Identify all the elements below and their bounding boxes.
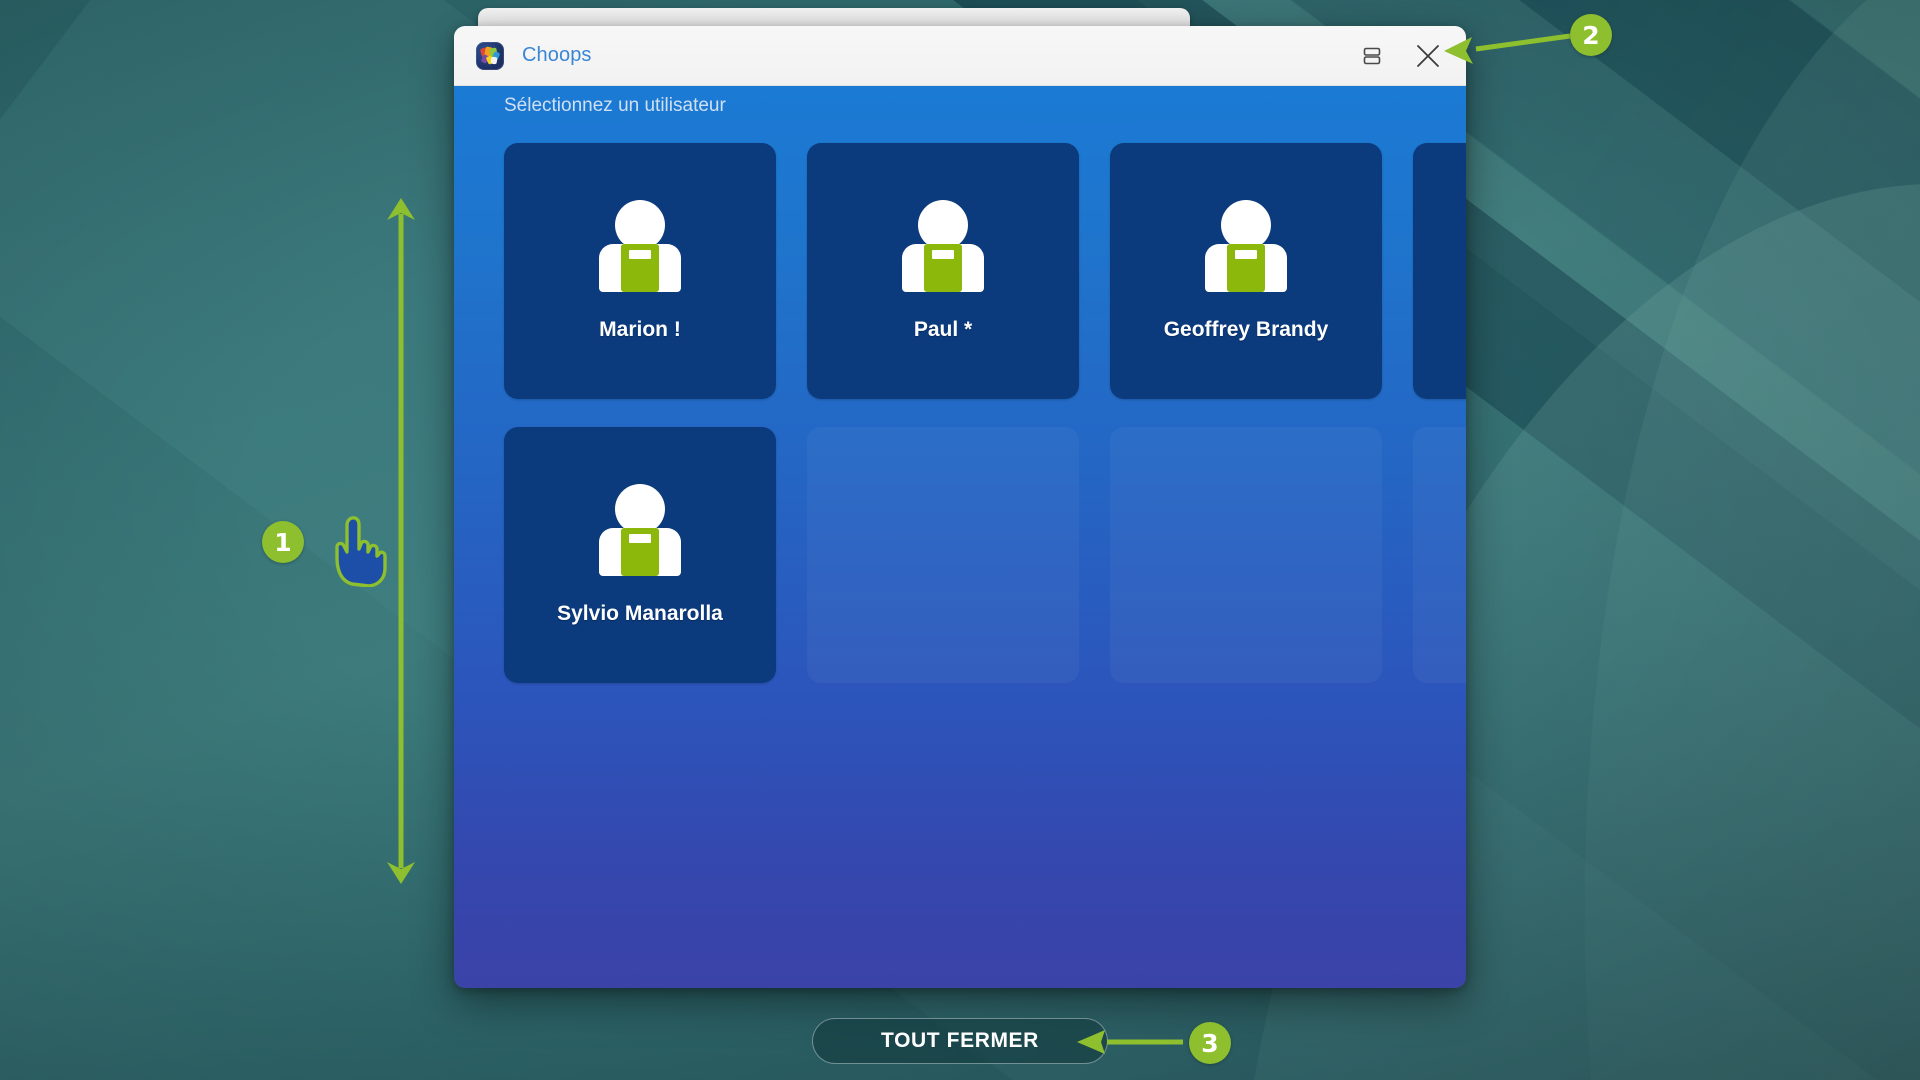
user-card[interactable]: Paul * [807, 143, 1079, 399]
user-card-label: Marion ! [599, 318, 681, 341]
close-icon [1413, 41, 1443, 71]
user-card-label: Geoffrey Brandy [1163, 318, 1329, 341]
window-titlebar: Choops [454, 26, 1466, 86]
user-card-empty[interactable] [807, 427, 1079, 683]
window-controls [1344, 34, 1456, 78]
user-card-empty[interactable] [1110, 427, 1382, 683]
close-all-label: TOUT FERMER [881, 1029, 1039, 1052]
close-all-button[interactable]: TOUT FERMER [812, 1018, 1108, 1064]
close-button[interactable] [1400, 34, 1456, 78]
user-card[interactable]: Geoffrey Brandy [1110, 143, 1382, 399]
user-card[interactable]: Marion ! [504, 143, 776, 399]
stack-windows-icon [1361, 45, 1383, 67]
user-avatar-icon [902, 200, 984, 292]
user-card[interactable]: Be [1413, 143, 1466, 399]
desktop: Choops Sélectionnez un utilisateur Mario… [0, 0, 1920, 1080]
user-card-label: Paul * [913, 318, 973, 341]
stack-windows-button[interactable] [1344, 34, 1400, 78]
choops-app-icon [476, 41, 504, 70]
user-card-empty[interactable] [1413, 427, 1466, 683]
window-title: Choops [522, 44, 592, 66]
user-grid: Marion ! Paul * Geoffrey Brandy Sylvio M… [504, 143, 1466, 683]
user-avatar-icon [1205, 200, 1287, 292]
user-card[interactable]: Sylvio Manarolla [504, 427, 776, 683]
choops-window: Choops Sélectionnez un utilisateur Mario… [454, 26, 1466, 988]
user-avatar-icon [599, 200, 681, 292]
window-content: Sélectionnez un utilisateur Marion ! Pau… [454, 86, 1466, 988]
select-user-heading: Sélectionnez un utilisateur [504, 95, 726, 116]
user-card-label: Sylvio Manarolla [557, 602, 723, 625]
user-avatar-icon [599, 484, 681, 576]
